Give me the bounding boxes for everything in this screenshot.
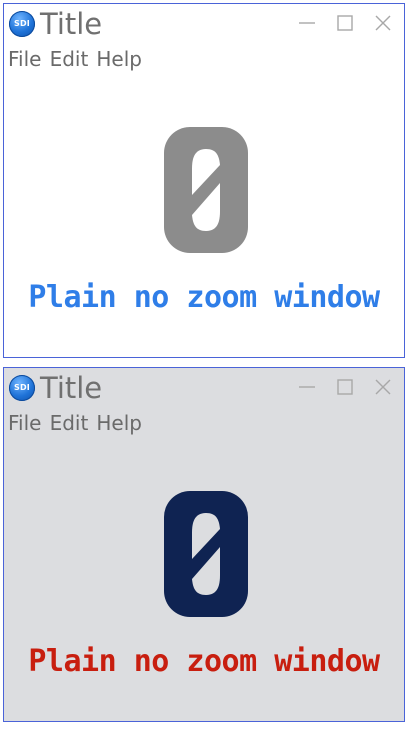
caption-text: Plain no zoom window [28,280,380,315]
close-icon [375,15,391,31]
zero-logo [162,125,250,255]
minimize-button[interactable] [296,12,318,34]
close-button[interactable] [372,376,394,398]
title-bar[interactable]: SDI Title [4,368,404,408]
minimize-button[interactable] [296,376,318,398]
minimize-icon [299,386,315,388]
menu-bar: File Edit Help [8,46,145,72]
menu-help[interactable]: Help [96,410,142,436]
sdi-app-icon[interactable]: SDI [9,375,35,401]
window-title: Title [40,371,103,405]
maximize-button[interactable] [334,12,356,34]
close-button[interactable] [372,12,394,34]
window-plain-white[interactable]: SDI Title File Edit Help Plain no zoom w… [3,3,405,358]
maximize-icon [337,15,353,31]
maximize-button[interactable] [334,376,356,398]
menu-bar: File Edit Help [8,410,145,436]
sdi-app-icon[interactable]: SDI [9,11,35,37]
menu-edit[interactable]: Edit [50,410,89,436]
menu-edit[interactable]: Edit [50,46,89,72]
window-title: Title [40,7,103,41]
caption-text: Plain no zoom window [28,644,380,679]
maximize-icon [337,379,353,395]
zero-glyph-icon [164,127,248,253]
zero-glyph-icon [164,491,248,617]
menu-help[interactable]: Help [96,46,142,72]
zero-logo [162,489,250,619]
menu-file[interactable]: File [8,410,41,436]
menu-file[interactable]: File [8,46,41,72]
minimize-icon [299,22,315,24]
window-plain-gray[interactable]: SDI Title File Edit Help Plain no zoom w… [3,367,405,722]
title-bar[interactable]: SDI Title [4,4,404,44]
close-icon [375,379,391,395]
